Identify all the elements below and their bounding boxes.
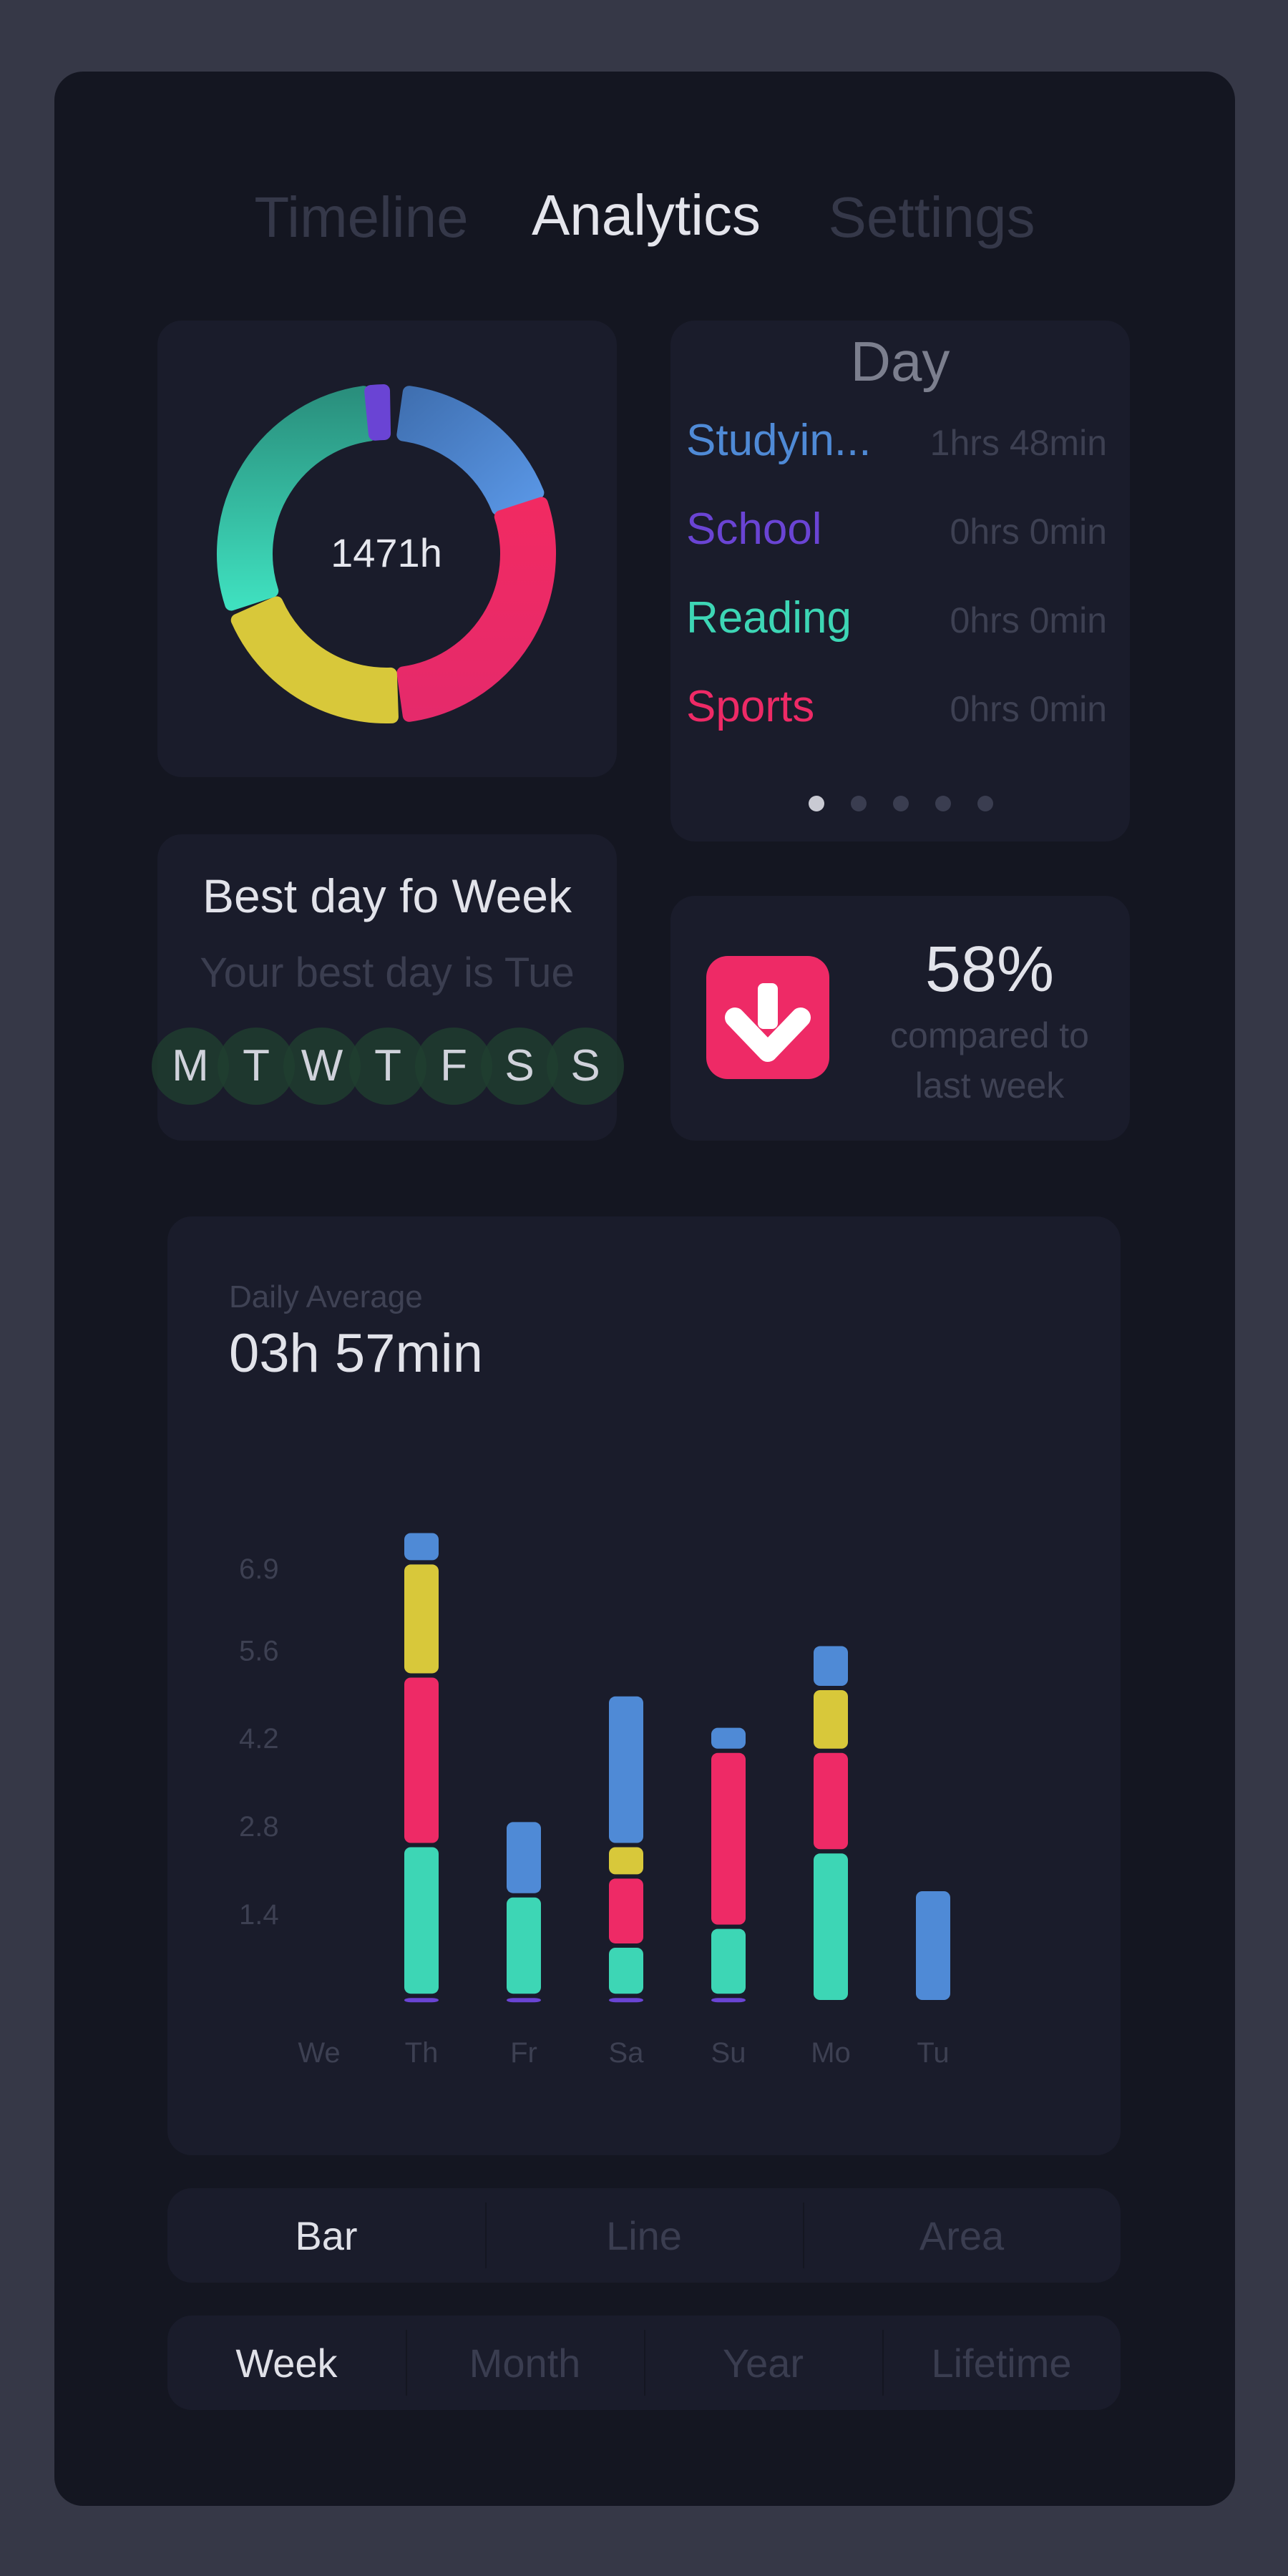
chart-type-bar[interactable]: Bar xyxy=(167,2188,485,2283)
x-tick-label: Sa xyxy=(609,2037,645,2069)
chart-type-toggle: Bar Line Area xyxy=(167,2188,1121,2283)
bar-segment-yellow[interactable] xyxy=(609,1847,643,1875)
page-dot[interactable] xyxy=(893,796,909,811)
x-tick-label: Fr xyxy=(510,2037,537,2069)
stacked-bar-chart: 1.4 2.8 4.2 5.6 6.9 We Th Fr Sa Su Mo Tu xyxy=(239,1533,950,2069)
weekday-sunday[interactable]: S xyxy=(547,1028,624,1105)
bar-segment-yellow[interactable] xyxy=(404,1564,439,1674)
x-tick-label: Mo xyxy=(811,2037,851,2069)
day-row-label: School xyxy=(686,504,822,554)
bar-segment-studying[interactable] xyxy=(711,1727,746,1749)
y-tick-label: 6.9 xyxy=(239,1553,279,1585)
page-dot[interactable] xyxy=(977,796,993,811)
bar-segment-school[interactable] xyxy=(711,1998,746,2003)
donut-chart: 1471h xyxy=(217,384,556,723)
bar-segment-studying[interactable] xyxy=(507,1822,541,1893)
donut-segment-school xyxy=(364,384,391,441)
bar-segment-reading[interactable] xyxy=(711,1928,746,1994)
range-toggle: Week Month Year Lifetime xyxy=(167,2316,1121,2410)
page-dot[interactable] xyxy=(809,796,824,811)
bar-segment-sports[interactable] xyxy=(711,1752,746,1925)
donut-card: 1471h xyxy=(157,321,617,777)
day-row-reading[interactable]: Reading 0hrs 0min xyxy=(686,592,1107,643)
bar-segment-studying[interactable] xyxy=(609,1696,643,1843)
x-tick-label: We xyxy=(298,2037,340,2069)
arrow-down-icon xyxy=(706,956,829,1079)
day-row-value: 0hrs 0min xyxy=(950,512,1107,552)
best-day-title: Best day fo Week xyxy=(202,869,572,922)
bar-segment-yellow[interactable] xyxy=(814,1690,848,1749)
bar-segment-studying[interactable] xyxy=(814,1646,848,1686)
chart-type-line[interactable]: Line xyxy=(485,2188,803,2283)
day-row-value: 0hrs 0min xyxy=(950,689,1107,729)
bar-segment-studying[interactable] xyxy=(916,1890,950,2000)
comparison-text-line2: last week xyxy=(914,1065,1065,1106)
range-month[interactable]: Month xyxy=(406,2316,644,2410)
bar-segment-reading[interactable] xyxy=(814,1853,848,2000)
bar-segment-school[interactable] xyxy=(404,1998,439,2003)
chart-card: Daily Average 03h 57min 1.4 2.8 4.2 5.6 6.9 W… xyxy=(167,1216,1121,2155)
day-card: Day Studyin... 1hrs 48min School 0hrs 0m… xyxy=(670,321,1130,841)
comparison-percent: 58% xyxy=(924,934,1055,1005)
day-row-label: Reading xyxy=(686,593,852,643)
bar-segment-sports[interactable] xyxy=(814,1752,848,1850)
x-tick-label: Th xyxy=(405,2037,439,2069)
bar-segment-reading[interactable] xyxy=(404,1847,439,1994)
day-row-studying[interactable]: Studyin... 1hrs 48min xyxy=(686,415,1107,465)
comparison-card: 58% compared to last week xyxy=(670,896,1130,1141)
tab-timeline[interactable]: Timeline xyxy=(254,185,468,250)
range-week[interactable]: Week xyxy=(167,2316,406,2410)
y-tick-label: 2.8 xyxy=(239,1811,279,1843)
chart-type-area[interactable]: Area xyxy=(803,2188,1121,2283)
day-row-label: Studyin... xyxy=(686,416,872,465)
donut-segment-studying xyxy=(396,386,545,516)
y-tick-label: 1.4 xyxy=(239,1899,279,1931)
bar-segment-sports[interactable] xyxy=(404,1677,439,1843)
day-row-value: 1hrs 48min xyxy=(930,423,1107,463)
bar-segment-studying[interactable] xyxy=(404,1533,439,1561)
page-dot[interactable] xyxy=(851,796,867,811)
donut-segment-yellow xyxy=(230,596,399,723)
range-lifetime[interactable]: Lifetime xyxy=(882,2316,1121,2410)
range-year[interactable]: Year xyxy=(644,2316,882,2410)
x-tick-label: Tu xyxy=(917,2037,949,2069)
bar-segment-reading[interactable] xyxy=(609,1947,643,1994)
tab-analytics[interactable]: Analytics xyxy=(532,182,761,248)
day-row-sports[interactable]: Sports 0hrs 0min xyxy=(686,681,1107,731)
best-day-subtitle: Your best day is Tue xyxy=(200,950,575,996)
day-row-value: 0hrs 0min xyxy=(950,600,1107,640)
day-row-label: Sports xyxy=(686,682,815,731)
bar-segment-school[interactable] xyxy=(609,1998,643,2003)
day-card-title: Day xyxy=(850,330,950,393)
y-tick-label: 4.2 xyxy=(239,1723,279,1755)
comparison-text-line1: compared to xyxy=(890,1015,1089,1055)
x-tick-label: Su xyxy=(711,2037,746,2069)
page-dot[interactable] xyxy=(935,796,951,811)
bar-segment-school[interactable] xyxy=(507,1998,541,2003)
day-row-school[interactable]: School 0hrs 0min xyxy=(686,504,1107,554)
donut-center-label: 1471h xyxy=(331,530,442,575)
tab-settings[interactable]: Settings xyxy=(828,185,1035,250)
y-tick-label: 5.6 xyxy=(239,1635,279,1667)
bar-segment-reading[interactable] xyxy=(507,1897,541,1994)
bar-segment-sports[interactable] xyxy=(609,1878,643,1943)
